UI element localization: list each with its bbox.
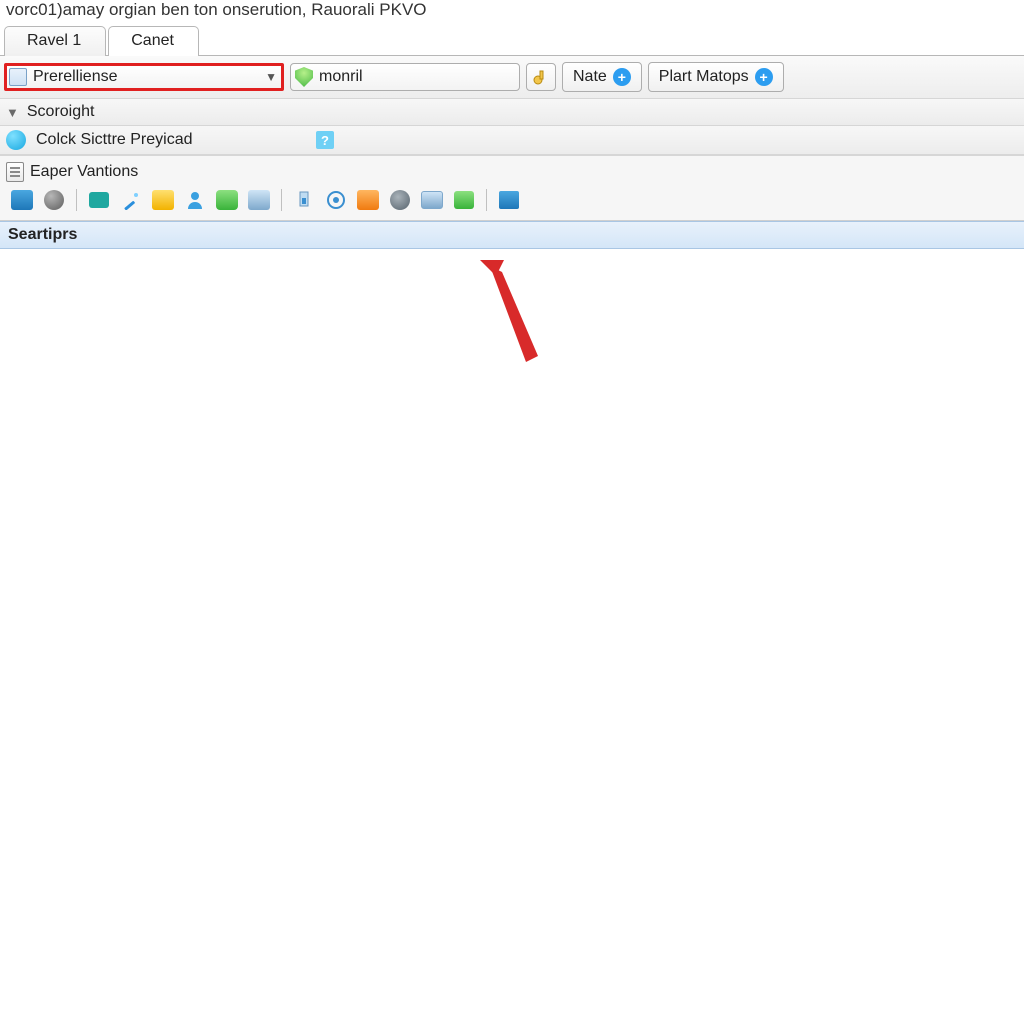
- note-icon: [9, 68, 27, 86]
- disk-blue-icon[interactable]: [497, 188, 521, 212]
- dropdown-monril[interactable]: monril: [290, 63, 520, 91]
- toolbar-icons: [0, 184, 1024, 221]
- monitor-grayblue-icon[interactable]: [420, 188, 444, 212]
- separator: [281, 189, 282, 211]
- section-eaper-vantions: Eaper Vantions: [0, 155, 1024, 184]
- toolbar-primary: Prerelliense ▼ monril Nate + Plart Matop…: [0, 56, 1024, 99]
- nate-button-label: Nate: [573, 68, 607, 86]
- separator: [76, 189, 77, 211]
- plart-matops-label: Plart Matops: [659, 68, 749, 86]
- target-blue-icon[interactable]: [324, 188, 348, 212]
- window-grayblue-icon[interactable]: [247, 188, 271, 212]
- dropdown-prerelliense-value: Prerelliense: [33, 68, 117, 86]
- dropdown-monril-value: monril: [319, 68, 363, 86]
- window-title: vorc01)amay orgian ben ton onserution, R…: [0, 0, 1024, 20]
- folder-orange-icon[interactable]: [356, 188, 380, 212]
- content-area: [0, 249, 1024, 989]
- click-structure-label: Colck Sicttre Preyicad: [36, 131, 306, 149]
- plus-icon: +: [613, 68, 631, 86]
- click-structure-row[interactable]: Colck Sicttre Preyicad ?: [0, 126, 1024, 155]
- chevron-down-icon: ▼: [6, 105, 19, 120]
- tab-ravel1[interactable]: Ravel 1: [4, 26, 106, 56]
- wand-blue-icon[interactable]: [119, 188, 143, 212]
- plus-icon: +: [755, 68, 773, 86]
- help-icon[interactable]: ?: [316, 131, 334, 149]
- scoright-label: Scoroight: [27, 103, 95, 121]
- list-blue-icon[interactable]: [10, 188, 34, 212]
- scoright-row[interactable]: ▼ Scoroight: [0, 99, 1024, 126]
- column-header-seartiprs[interactable]: Seartiprs: [0, 221, 1024, 249]
- globe-gray-icon[interactable]: [42, 188, 66, 212]
- section-title: Eaper Vantions: [30, 163, 138, 181]
- tab-bar: Ravel 1 Canet: [0, 24, 1024, 56]
- shield-icon: [295, 67, 313, 87]
- key-icon: [531, 67, 551, 87]
- key-button[interactable]: [526, 63, 556, 91]
- gauge-blue-icon[interactable]: [292, 188, 316, 212]
- chart-green-icon[interactable]: [452, 188, 476, 212]
- person-blue-icon[interactable]: [183, 188, 207, 212]
- document-icon: [6, 162, 24, 182]
- chat-green-icon[interactable]: [215, 188, 239, 212]
- chat-bubble-icon: [6, 130, 26, 150]
- annotation-arrow-icon: [472, 252, 552, 372]
- sphere-steel-icon[interactable]: [388, 188, 412, 212]
- separator: [486, 189, 487, 211]
- dropdown-prerelliense[interactable]: Prerelliense ▼: [4, 63, 284, 91]
- nate-button[interactable]: Nate +: [562, 62, 642, 92]
- plart-matops-button[interactable]: Plart Matops +: [648, 62, 784, 92]
- page-yellow-icon[interactable]: [151, 188, 175, 212]
- lines-teal-icon[interactable]: [87, 188, 111, 212]
- tab-canet[interactable]: Canet: [108, 26, 199, 56]
- chevron-down-icon: ▼: [265, 70, 277, 84]
